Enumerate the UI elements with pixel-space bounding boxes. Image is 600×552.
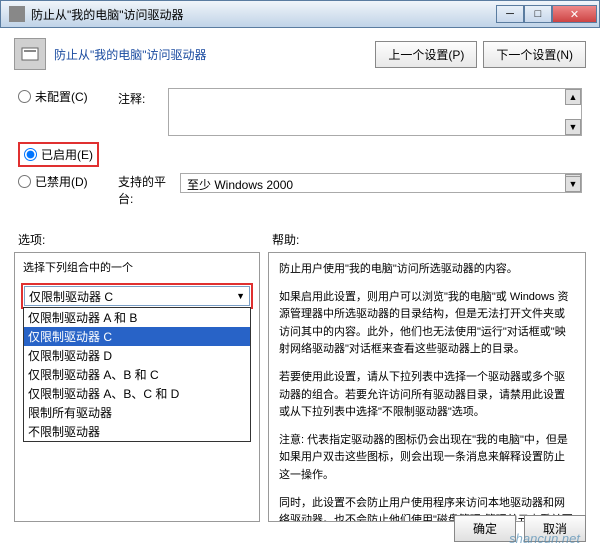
radio-enabled[interactable]: 已启用(E) [18,142,99,167]
radio-not-configured[interactable]: 未配置(C) [18,88,118,105]
comment-label: 注释: [118,88,168,107]
maximize-button[interactable]: □ [524,5,552,23]
app-icon [9,6,25,22]
minimize-button[interactable]: ─ [496,5,524,23]
radio-enabled-label: 已启用(E) [41,146,93,163]
dropdown-selected-value: 仅限制驱动器 C [29,288,113,305]
drive-restriction-dropdown[interactable]: 仅限制驱动器 C ▼ [24,286,250,306]
cancel-button[interactable]: 取消 [524,515,586,542]
radio-disabled-label: 已禁用(D) [35,173,88,190]
platform-value: 至少 Windows 2000 [187,178,293,192]
dropdown-option[interactable]: 仅限制驱动器 D [24,346,250,365]
scroll-up-icon[interactable]: ▲ [565,89,581,105]
ok-button[interactable]: 确定 [454,515,516,542]
help-paragraph: 若要使用此设置，请从下拉列表中选择一个驱动器或多个驱动器的组合。若要允许访问所有… [279,369,575,422]
combo-label: 选择下列组合中的一个 [15,253,259,281]
window-title: 防止从"我的电脑"访问驱动器 [31,6,496,23]
dropdown-option[interactable]: 仅限制驱动器 A 和 B [24,308,250,327]
help-label: 帮助: [272,231,299,248]
dropdown-option[interactable]: 限制所有驱动器 [24,403,250,422]
chevron-down-icon: ▼ [236,291,245,301]
radio-not-configured-label: 未配置(C) [35,88,88,105]
radio-disabled-input[interactable] [18,175,31,188]
titlebar: 防止从"我的电脑"访问驱动器 ─ □ ✕ [0,0,600,28]
radio-disabled[interactable]: 已禁用(D) [18,173,118,190]
help-paragraph: 防止用户使用"我的电脑"访问所选驱动器的内容。 [279,261,575,279]
platform-label: 支持的平台: [118,173,180,207]
next-setting-button[interactable]: 下一个设置(N) [483,41,586,68]
dropdown-option[interactable]: 仅限制驱动器 A、B、C 和 D [24,384,250,403]
radio-not-configured-input[interactable] [18,90,31,103]
close-button[interactable]: ✕ [552,5,597,23]
help-paragraph: 如果启用此设置，则用户可以浏览"我的电脑"或 Windows 资源管理器中所选驱… [279,289,575,359]
page-title: 防止从"我的电脑"访问驱动器 [54,46,369,63]
scroll-down-icon[interactable]: ▼ [565,176,581,192]
scroll-down-icon[interactable]: ▼ [565,119,581,135]
dropdown-list: 仅限制驱动器 A 和 B 仅限制驱动器 C 仅限制驱动器 D 仅限制驱动器 A、… [23,307,251,442]
header-row: 防止从"我的电脑"访问驱动器 上一个设置(P) 下一个设置(N) [0,28,600,78]
options-label: 选项: [18,231,272,248]
dropdown-option[interactable]: 不限制驱动器 [24,422,250,441]
options-panel: 选择下列组合中的一个 仅限制驱动器 C ▼ 仅限制驱动器 A 和 B 仅限制驱动… [14,252,260,522]
dropdown-option[interactable]: 仅限制驱动器 A、B 和 C [24,365,250,384]
help-paragraph: 注意: 代表指定驱动器的图标仍会出现在"我的电脑"中，但是如果用户双击这些图标，… [279,432,575,485]
platform-field: 至少 Windows 2000 ▲ ▼ [180,173,582,193]
help-panel: 防止用户使用"我的电脑"访问所选驱动器的内容。 如果启用此设置，则用户可以浏览"… [268,252,586,522]
radio-enabled-input[interactable] [24,148,37,161]
dropdown-option[interactable]: 仅限制驱动器 C [24,327,250,346]
policy-icon [14,38,46,70]
comment-textarea[interactable]: ▲ ▼ [168,88,582,136]
prev-setting-button[interactable]: 上一个设置(P) [375,41,477,68]
